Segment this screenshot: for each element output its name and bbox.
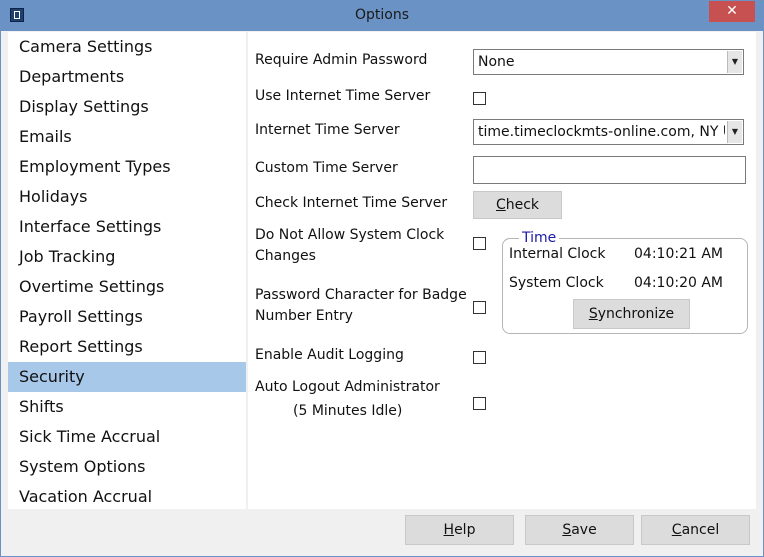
- sidebar-item-interface-settings[interactable]: Interface Settings: [8, 212, 246, 242]
- enable-audit-logging-label: Enable Audit Logging: [255, 347, 404, 363]
- sidebar-item-report-settings[interactable]: Report Settings: [8, 332, 246, 362]
- sidebar-item-security[interactable]: Security: [8, 362, 246, 392]
- help-button[interactable]: Help: [405, 515, 514, 545]
- cancel-button-label: ancel: [681, 522, 720, 538]
- system-clock-value: 04:10:20 AM: [634, 275, 723, 291]
- check-button-mnemonic: C: [495, 197, 506, 213]
- sidebar-item-emails[interactable]: Emails: [8, 122, 246, 152]
- sidebar-item-overtime-settings[interactable]: Overtime Settings: [8, 272, 246, 302]
- save-button-label: ave: [571, 522, 597, 538]
- footer-bar: Help Save Cancel: [1, 509, 763, 556]
- do-not-allow-clock-changes-label-line2: Changes: [255, 248, 316, 264]
- check-button[interactable]: Check: [473, 191, 562, 219]
- chevron-down-icon: ▼: [727, 51, 742, 73]
- check-button-label: heck: [505, 197, 540, 213]
- sidebar-item-vacation-accrual[interactable]: Vacation Accrual: [8, 482, 246, 512]
- security-panel: Require Admin Password None ▼ Use Intern…: [248, 32, 756, 509]
- window-title: Options: [354, 7, 410, 23]
- password-char-badge-label-line1: Password Character for Badge: [255, 287, 467, 303]
- system-clock-label: System Clock: [509, 275, 604, 291]
- use-internet-time-server-checkbox[interactable]: [473, 92, 486, 105]
- require-admin-password-select[interactable]: None ▼: [473, 49, 744, 75]
- sidebar-item-job-tracking[interactable]: Job Tracking: [8, 242, 246, 272]
- close-button[interactable]: ✕: [709, 1, 755, 22]
- sidebar-item-holidays[interactable]: Holidays: [8, 182, 246, 212]
- auto-logout-admin-label-line2: (5 Minutes Idle): [293, 403, 403, 419]
- cancel-button[interactable]: Cancel: [641, 515, 750, 545]
- sidebar: Camera Settings Departments Display Sett…: [8, 32, 246, 509]
- synchronize-button[interactable]: Synchronize: [573, 299, 690, 329]
- sidebar-item-display-settings[interactable]: Display Settings: [8, 92, 246, 122]
- password-char-badge-checkbox[interactable]: [473, 301, 486, 314]
- internet-time-server-select[interactable]: time.timeclockmts-online.com, NY USA ▼: [473, 119, 744, 145]
- sidebar-item-payroll-settings[interactable]: Payroll Settings: [8, 302, 246, 332]
- synchronize-button-label: ynchronize: [597, 306, 675, 322]
- check-internet-time-server-label: Check Internet Time Server: [255, 195, 448, 211]
- sidebar-item-departments[interactable]: Departments: [8, 62, 246, 92]
- auto-logout-admin-checkbox[interactable]: [473, 397, 486, 410]
- chevron-down-icon: ▼: [727, 121, 742, 143]
- custom-time-server-label: Custom Time Server: [255, 160, 398, 176]
- internet-time-server-label: Internet Time Server: [255, 122, 400, 138]
- sidebar-item-employment-types[interactable]: Employment Types: [8, 152, 246, 182]
- help-button-mnemonic: H: [443, 522, 455, 538]
- title-bar[interactable]: Options ✕: [1, 1, 763, 31]
- sidebar-item-system-options[interactable]: System Options: [8, 452, 246, 482]
- save-button-mnemonic: S: [562, 522, 572, 538]
- use-internet-time-server-label: Use Internet Time Server: [255, 88, 431, 104]
- options-window: Options ✕ Camera Settings Departments Di…: [0, 0, 764, 557]
- internal-clock-label: Internal Clock: [509, 246, 606, 262]
- cancel-button-mnemonic: C: [671, 522, 682, 538]
- internet-time-server-value: time.timeclockmts-online.com, NY USA: [478, 124, 725, 140]
- require-admin-password-label: Require Admin Password: [255, 52, 428, 68]
- enable-audit-logging-checkbox[interactable]: [473, 351, 486, 364]
- close-icon: ✕: [726, 3, 738, 19]
- sidebar-item-shifts[interactable]: Shifts: [8, 392, 246, 422]
- auto-logout-admin-label-line1: Auto Logout Administrator: [255, 379, 440, 395]
- custom-time-server-input[interactable]: [473, 156, 746, 184]
- synchronize-button-mnemonic: S: [588, 306, 598, 322]
- sidebar-item-sick-time-accrual[interactable]: Sick Time Accrual: [8, 422, 246, 452]
- password-char-badge-label-line2: Number Entry: [255, 308, 353, 324]
- require-admin-password-value: None: [478, 54, 515, 70]
- do-not-allow-clock-changes-checkbox[interactable]: [473, 237, 486, 250]
- internal-clock-value: 04:10:21 AM: [634, 246, 723, 262]
- do-not-allow-clock-changes-label-line1: Do Not Allow System Clock: [255, 227, 445, 243]
- save-button[interactable]: Save: [525, 515, 634, 545]
- help-button-label: elp: [454, 522, 476, 538]
- sidebar-item-camera-settings[interactable]: Camera Settings: [8, 32, 246, 62]
